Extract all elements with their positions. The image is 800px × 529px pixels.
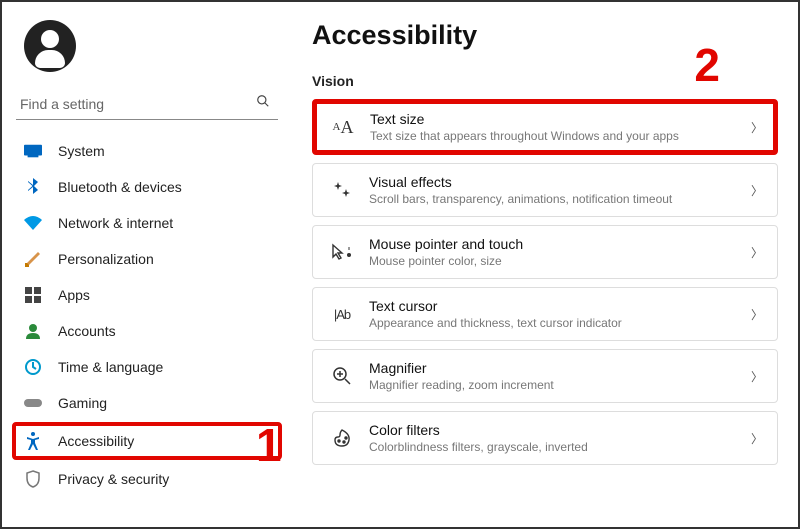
option-desc: Text size that appears throughout Window… <box>370 129 743 143</box>
chevron-right-icon: 〉 <box>751 430 763 447</box>
option-desc: Appearance and thickness, text cursor in… <box>369 316 743 330</box>
sidebar-item-gaming[interactable]: Gaming <box>16 386 278 420</box>
text-size-icon: AA <box>326 113 360 141</box>
option-list: AA Text size Text size that appears thro… <box>312 99 778 465</box>
sidebar-item-label: Time & language <box>58 359 272 375</box>
sidebar: System Bluetooth & devices Network & int… <box>2 2 292 527</box>
sidebar-item-apps[interactable]: Apps <box>16 278 278 312</box>
chevron-right-icon: 〉 <box>751 119 763 136</box>
sidebar-item-network[interactable]: Network & internet <box>16 206 278 240</box>
chevron-right-icon: 〉 <box>751 244 763 261</box>
mouse-pointer-icon <box>325 238 359 266</box>
visual-effects-icon <box>325 176 359 204</box>
sidebar-item-accessibility[interactable]: Accessibility <box>12 422 282 460</box>
system-icon <box>22 142 44 160</box>
sidebar-item-system[interactable]: System <box>16 134 278 168</box>
main-panel: 2 Accessibility Vision AA Text size Text… <box>292 2 798 527</box>
sidebar-item-time-language[interactable]: Time & language <box>16 350 278 384</box>
option-desc: Colorblindness filters, grayscale, inver… <box>369 440 743 454</box>
sidebar-item-accounts[interactable]: Accounts <box>16 314 278 348</box>
sidebar-item-label: Accounts <box>58 323 272 339</box>
option-text-size[interactable]: AA Text size Text size that appears thro… <box>312 99 778 155</box>
sidebar-item-bluetooth[interactable]: Bluetooth & devices <box>16 170 278 204</box>
chevron-right-icon: 〉 <box>751 368 763 385</box>
option-color-filters[interactable]: Color filters Colorblindness filters, gr… <box>312 411 778 465</box>
option-title: Color filters <box>369 422 743 438</box>
text-cursor-icon: |Ab <box>325 300 359 328</box>
sidebar-item-label: System <box>58 143 272 159</box>
time-language-icon <box>22 358 44 376</box>
option-title: Magnifier <box>369 360 743 376</box>
option-title: Text cursor <box>369 298 743 314</box>
option-desc: Mouse pointer color, size <box>369 254 743 268</box>
personalization-icon <box>22 250 44 268</box>
sidebar-item-label: Apps <box>58 287 272 303</box>
magnifier-icon <box>325 362 359 390</box>
option-title: Mouse pointer and touch <box>369 236 743 252</box>
option-desc: Magnifier reading, zoom increment <box>369 378 743 392</box>
sidebar-item-personalization[interactable]: Personalization <box>16 242 278 276</box>
option-magnifier[interactable]: Magnifier Magnifier reading, zoom increm… <box>312 349 778 403</box>
sidebar-item-label: Gaming <box>58 395 272 411</box>
apps-icon <box>22 286 44 304</box>
bluetooth-icon <box>22 178 44 196</box>
user-avatar-icon[interactable] <box>24 20 76 72</box>
search-box[interactable] <box>16 88 278 120</box>
option-title: Visual effects <box>369 174 743 190</box>
sidebar-item-privacy[interactable]: Privacy & security <box>16 462 278 496</box>
annotation-1: 1 <box>256 418 282 472</box>
sidebar-item-label: Network & internet <box>58 215 272 231</box>
option-title: Text size <box>370 111 743 127</box>
accounts-icon <box>22 322 44 340</box>
option-visual-effects[interactable]: Visual effects Scroll bars, transparency… <box>312 163 778 217</box>
search-input[interactable] <box>20 96 256 112</box>
option-desc: Scroll bars, transparency, animations, n… <box>369 192 743 206</box>
chevron-right-icon: 〉 <box>751 306 763 323</box>
accessibility-icon <box>22 432 44 450</box>
annotation-2: 2 <box>694 38 720 92</box>
option-text-cursor[interactable]: |Ab Text cursor Appearance and thickness… <box>312 287 778 341</box>
color-filters-icon <box>325 424 359 452</box>
chevron-right-icon: 〉 <box>751 182 763 199</box>
gaming-icon <box>22 394 44 412</box>
avatar-container <box>16 20 278 72</box>
sidebar-item-label: Privacy & security <box>58 471 272 487</box>
nav-list: System Bluetooth & devices Network & int… <box>16 134 278 496</box>
search-icon <box>256 94 270 113</box>
network-icon <box>22 214 44 232</box>
sidebar-item-label: Personalization <box>58 251 272 267</box>
option-mouse-pointer[interactable]: Mouse pointer and touch Mouse pointer co… <box>312 225 778 279</box>
settings-window: System Bluetooth & devices Network & int… <box>2 2 798 527</box>
sidebar-item-label: Bluetooth & devices <box>58 179 272 195</box>
sidebar-item-label: Accessibility <box>58 433 272 449</box>
privacy-icon <box>22 470 44 488</box>
